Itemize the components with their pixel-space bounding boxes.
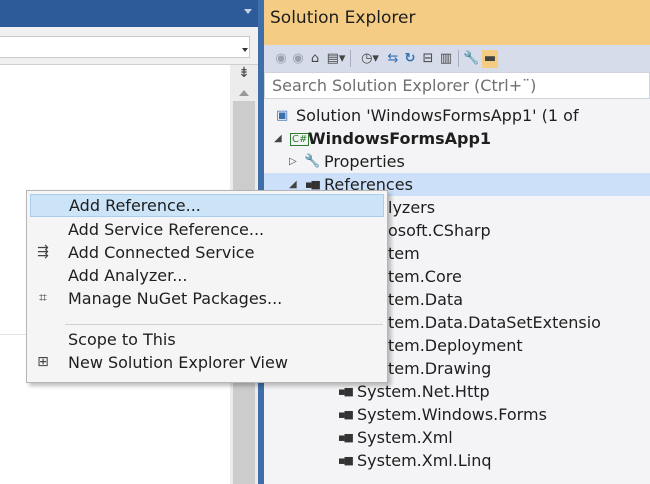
- tree-item-label: tem.Deployment: [388, 336, 523, 355]
- tree-item-label: tem: [388, 244, 420, 263]
- menu-item-label: Manage NuGet Packages...: [68, 289, 283, 308]
- context-menu: Add Reference... Add Service Reference..…: [26, 190, 388, 383]
- menu-item-label: New Solution Explorer View: [68, 353, 288, 372]
- tree-item-project[interactable]: ◢ C# WindowsFormsApp1: [264, 127, 650, 150]
- refresh-icon[interactable]: ↻: [402, 50, 418, 68]
- member-dropdown[interactable]: [0, 36, 250, 58]
- menu-item-add-service-reference[interactable]: Add Service Reference...: [30, 218, 384, 241]
- tree-item-reference[interactable]: tem.Data.DataSetExtensio: [388, 311, 650, 334]
- tree-item-reference[interactable]: ▪■ System.Xml: [264, 426, 650, 449]
- menu-item-new-solution-explorer-view[interactable]: ⊞ New Solution Explorer View: [30, 351, 384, 374]
- tree-item-label: tem.Data: [388, 290, 463, 309]
- tree-item-reference[interactable]: ▪■ System.Windows.Forms: [264, 403, 650, 426]
- chevron-down-icon[interactable]: [242, 48, 248, 52]
- reference-icon: ▪■: [338, 408, 354, 421]
- preview-pin-icon[interactable]: ▬: [482, 50, 498, 68]
- split-window-icon[interactable]: ⇟: [230, 65, 258, 82]
- menu-item-add-connected-service[interactable]: ⇶ Add Connected Service: [30, 241, 384, 264]
- menu-separator: [65, 324, 383, 325]
- toolbar-separator: [458, 50, 459, 67]
- menu-item-label: Add Analyzer...: [68, 266, 188, 285]
- reference-icon: ▪■: [338, 385, 354, 398]
- reference-icon: ▪■: [338, 431, 354, 444]
- tree-item-label: tem.Core: [388, 267, 462, 286]
- panel-title: Solution Explorer: [270, 8, 416, 28]
- nuget-icon: ⌗: [39, 290, 47, 306]
- new-view-icon: ⊞: [37, 354, 49, 370]
- tree-item-label: System.Windows.Forms: [357, 405, 547, 424]
- menu-item-label: Add Service Reference...: [68, 220, 265, 239]
- tree-item-label: WindowsFormsApp1: [308, 129, 492, 148]
- solution-explorer-search: [264, 72, 650, 99]
- tree-item-label: osoft.CSharp: [388, 221, 491, 240]
- menu-item-label: Add Reference...: [69, 196, 201, 215]
- tree-item-label: tem.Drawing: [388, 359, 492, 378]
- forward-icon[interactable]: ◉: [291, 50, 305, 68]
- csharp-project-icon: C#: [290, 133, 310, 146]
- tree-item-label: Solution 'WindowsFormsApp1' (1 of: [296, 106, 579, 125]
- tree-item-label: Properties: [324, 152, 405, 171]
- pending-changes-filter-icon[interactable]: ◷▾: [357, 50, 383, 68]
- tree-item-label: System.Xml.Linq: [357, 451, 492, 470]
- tree-item-reference[interactable]: ▪■ System.Xml.Linq: [264, 449, 650, 472]
- collapsed-arrow-icon[interactable]: ▷: [289, 150, 297, 173]
- window-menu-dropdown-icon[interactable]: [244, 9, 252, 14]
- properties-icon[interactable]: 🔧: [463, 50, 479, 68]
- tree-item-label: tem.Data.DataSetExtensio: [388, 313, 601, 332]
- switch-views-icon[interactable]: ▤▾: [325, 50, 347, 68]
- tree-item-reference[interactable]: ▪■ System.Net.Http: [264, 380, 650, 403]
- reference-icon: ▪■: [338, 454, 354, 467]
- menu-item-label: Add Connected Service: [68, 243, 255, 262]
- collapse-all-icon[interactable]: ⊟: [420, 50, 436, 68]
- solution-icon: ▣: [276, 108, 289, 123]
- sync-icon[interactable]: ⇆: [385, 50, 401, 68]
- menu-item-scope-to-this[interactable]: Scope to This: [30, 328, 384, 351]
- wrench-icon: 🔧: [304, 154, 321, 169]
- scroll-up-icon[interactable]: [239, 90, 249, 96]
- solution-explorer-toolbar: ◉ ◉ ⌂ ▤▾ ◷▾ ⇆ ↻ ⊟ ▥ 🔧 ▬: [264, 45, 650, 72]
- menu-item-label: Scope to This: [68, 330, 176, 349]
- editor-tab-header: [0, 0, 258, 27]
- tree-item-label: System.Xml: [357, 428, 453, 447]
- search-input[interactable]: [265, 73, 645, 98]
- show-all-files-icon[interactable]: ▥: [438, 50, 454, 68]
- menu-item-add-reference[interactable]: Add Reference...: [30, 194, 384, 217]
- editor-navigation-bar: [0, 27, 258, 65]
- solution-explorer-title-bar[interactable]: Solution Explorer: [264, 0, 650, 45]
- toolbar-separator: [350, 50, 351, 67]
- tree-item-properties[interactable]: ▷ 🔧 Properties: [264, 150, 650, 173]
- expanded-arrow-icon[interactable]: ◢: [274, 127, 282, 150]
- menu-item-add-analyzer[interactable]: Add Analyzer...: [30, 264, 384, 287]
- tree-item-label: lyzers: [388, 198, 436, 217]
- menu-item-manage-nuget[interactable]: ⌗ Manage NuGet Packages...: [30, 287, 384, 310]
- connected-service-icon: ⇶: [37, 244, 49, 260]
- back-icon[interactable]: ◉: [274, 50, 288, 68]
- tree-item-solution[interactable]: ▣ Solution 'WindowsFormsApp1' (1 of: [264, 104, 650, 127]
- home-icon[interactable]: ⌂: [307, 50, 323, 68]
- tree-item-label: System.Net.Http: [357, 382, 490, 401]
